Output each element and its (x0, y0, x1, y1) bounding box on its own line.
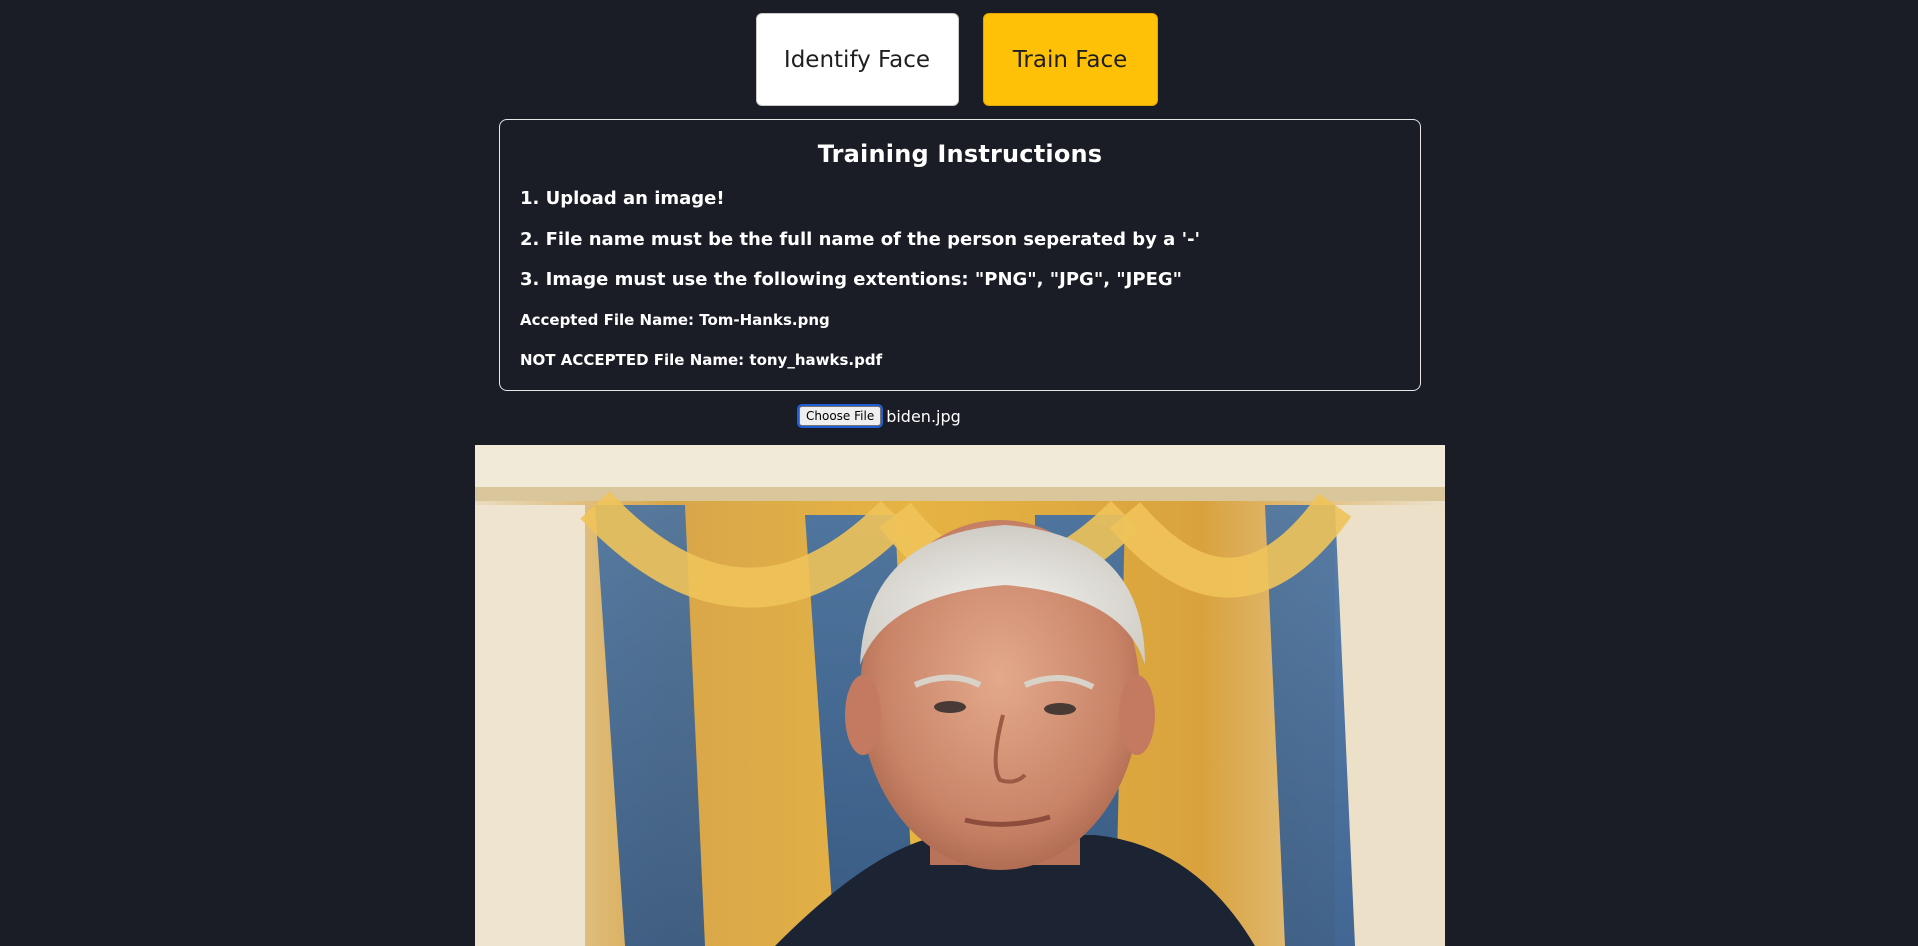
identify-face-button[interactable]: Identify Face (755, 13, 959, 106)
instructions-title: Training Instructions (817, 140, 1103, 168)
training-instructions-panel: Training Instructions 1. Upload an image… (499, 119, 1421, 391)
uploaded-image-preview (475, 445, 1445, 946)
instruction-step-3: 3. Image must use the following extentio… (520, 269, 1183, 290)
rejected-filename-example: NOT ACCEPTED File Name: tony_hawks.pdf (520, 351, 883, 369)
file-upload-row: Choose File biden.jpg (796, 404, 961, 428)
instruction-step-2: 2. File name must be the full name of th… (520, 229, 1201, 250)
selected-file-name: biden.jpg (886, 406, 961, 426)
mode-switcher: Identify Face Train Face (0, 13, 1918, 106)
train-face-button[interactable]: Train Face (982, 13, 1158, 106)
choose-file-button[interactable]: Choose File (796, 404, 884, 428)
instruction-step-1: 1. Upload an image! (520, 188, 725, 209)
train-face-page: Identify Face Train Face Training Instru… (0, 0, 1918, 946)
uploaded-photo-icon (475, 445, 1445, 946)
accepted-filename-example: Accepted File Name: Tom-Hanks.png (520, 311, 830, 329)
